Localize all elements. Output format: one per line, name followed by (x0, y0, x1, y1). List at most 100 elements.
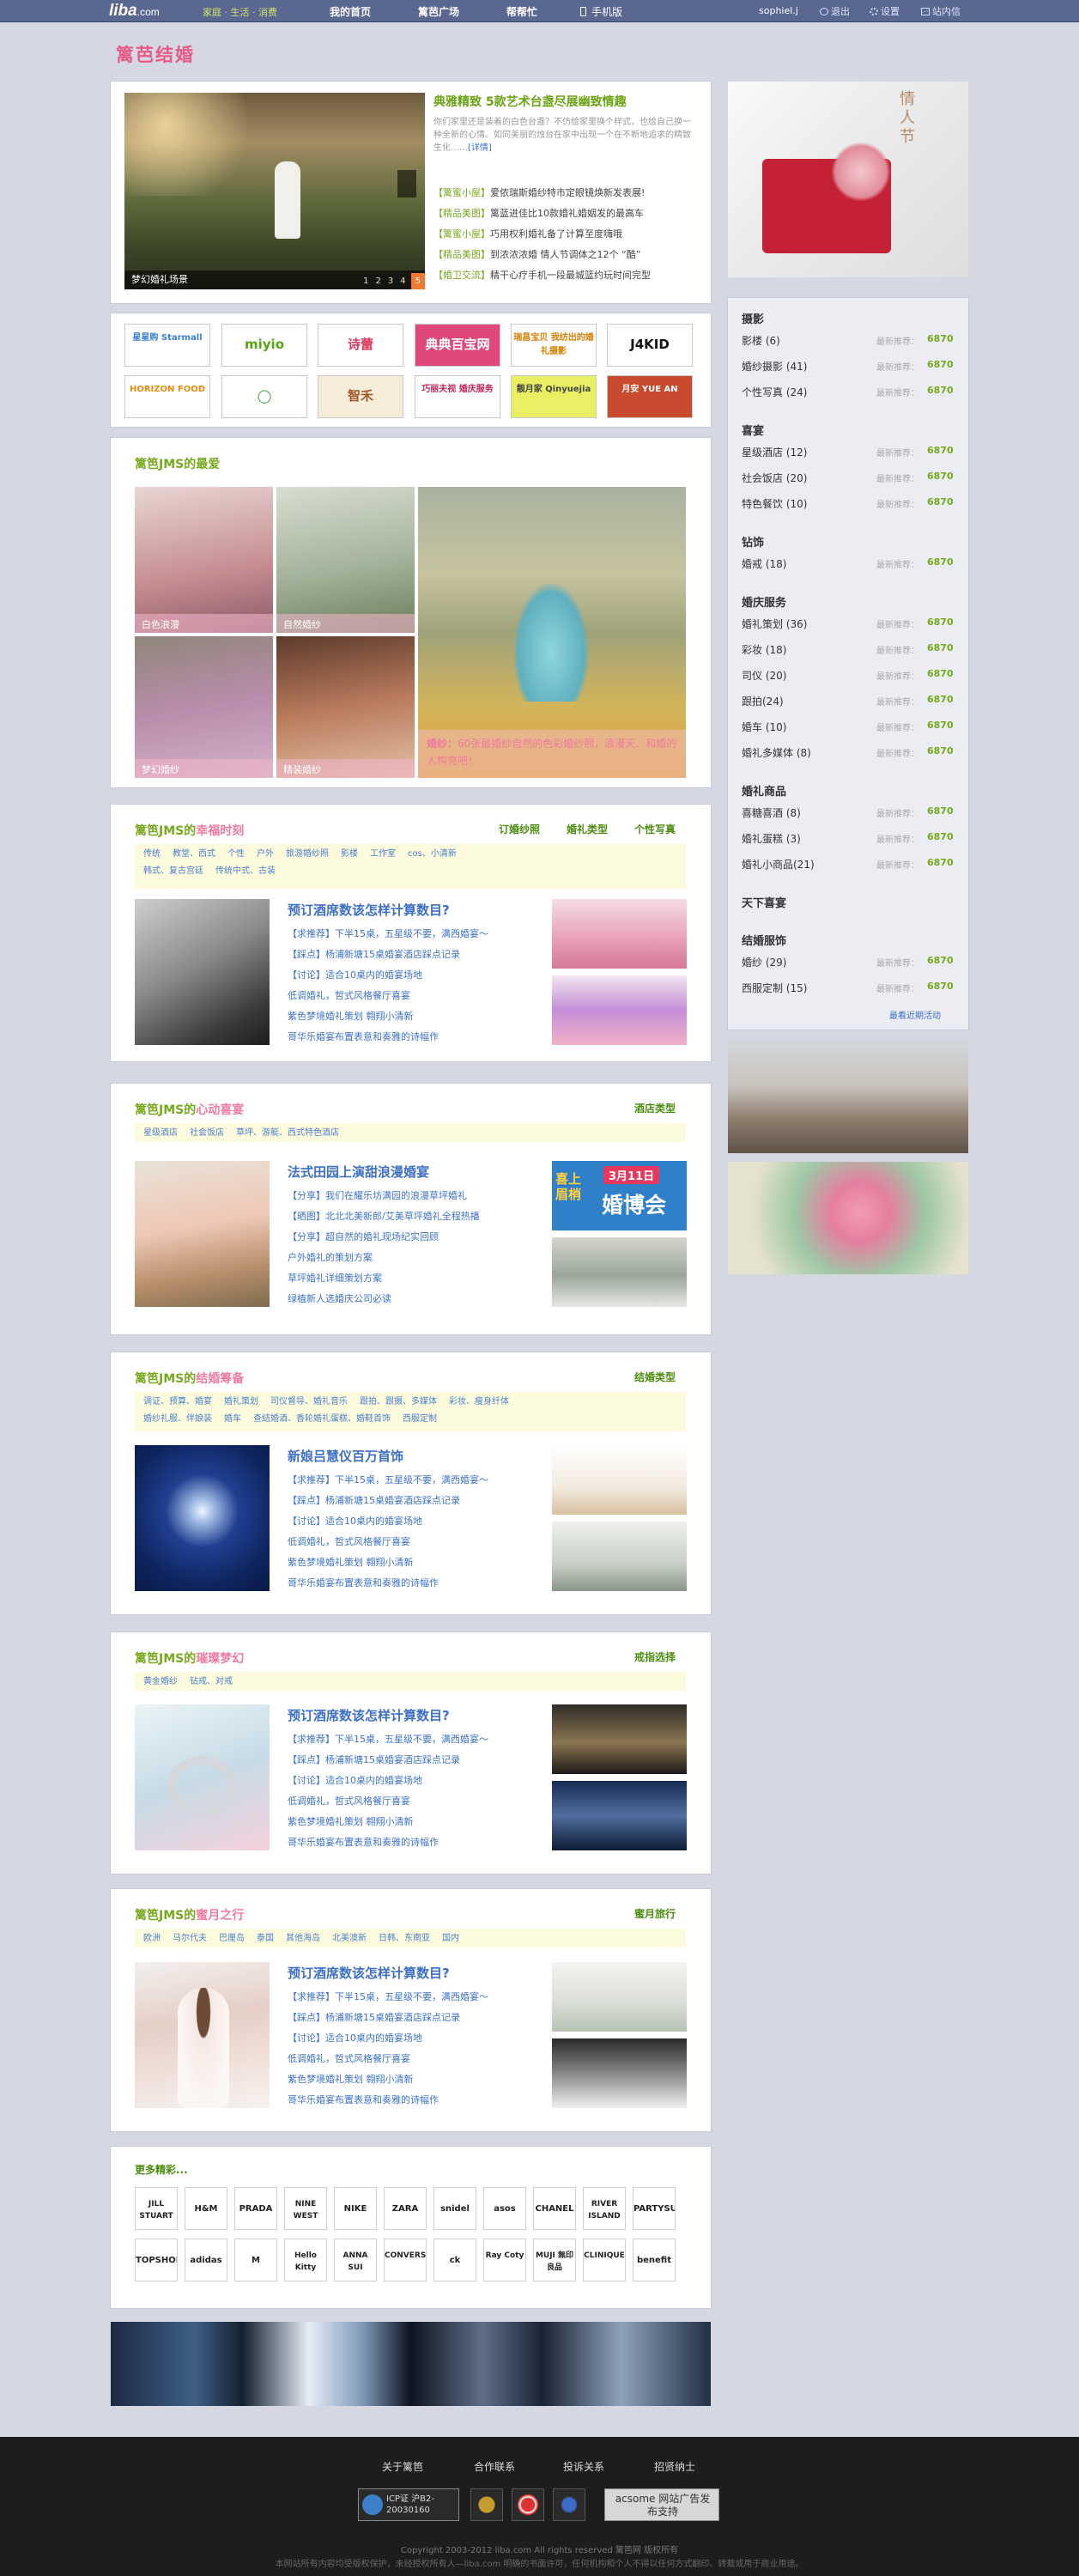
sidebar-item[interactable]: 个性写真 (24) 最新推荐： 6870 (742, 385, 1016, 399)
section-link[interactable]: 【求推荐】下半15桌，五星级不要，满西婚宴～ (288, 1990, 488, 2003)
section-link[interactable]: 【踩点】杨浦新塘15桌婚宴酒店踩点记录 (288, 1493, 460, 1507)
section-link[interactable]: 紫色梦境婚礼策划 翱翔小清新 (288, 1555, 414, 1569)
section-link[interactable]: 绿植新人选婚庆公司必读 (288, 1291, 391, 1305)
tag[interactable]: cos、小清新 (408, 849, 457, 859)
feature-slideshow[interactable]: 梦幻婚礼场景 12345 (124, 93, 425, 289)
brand-logo[interactable]: 诗蕾 (318, 324, 403, 367)
section-link[interactable]: 低调婚礼，哲式风格餐厅喜宴 (288, 1534, 410, 1548)
sidebar-item[interactable]: 婚纱 (29) 最新推荐： 6870 (742, 955, 1016, 969)
brand-logo[interactable]: ◯ (221, 375, 307, 418)
section-link[interactable]: 【踩点】杨浦新塘15桌婚宴酒店踩点记录 (288, 1753, 460, 1766)
more-brand-logo[interactable]: CONVERSE (384, 2239, 427, 2281)
section-link-wedding-types[interactable]: 结婚类型 (634, 1370, 676, 1384)
section-link[interactable]: 哥华乐婚宴布置表意和奏雅的诗幅作 (288, 1576, 439, 1589)
sidebar-recent-link[interactable]: 最看近期活动 (889, 1008, 941, 1021)
tag[interactable]: 教堂、西式 (173, 849, 215, 859)
section-link[interactable]: 哥华乐婚宴布置表意和奏雅的诗幅作 (288, 1030, 439, 1043)
expo-banner[interactable]: 喜上眉梢 3月11日 婚博会 (552, 1161, 687, 1230)
tag[interactable]: 星级酒店 (143, 1128, 178, 1138)
tag[interactable]: 彩妆、瘦身纤体 (449, 1397, 509, 1406)
sidebar-item[interactable]: 跟拍(24) 最新推荐： 6870 (742, 694, 1016, 708)
footer-link-about[interactable]: 关于篱笆 (382, 2459, 423, 2474)
more-brand-logo[interactable]: benefit (633, 2239, 676, 2281)
nav-help[interactable]: 帮帮忙 (506, 4, 537, 19)
more-brand-logo[interactable]: asos (483, 2187, 526, 2230)
sidebar-photo-city[interactable] (728, 1041, 968, 1153)
news-item[interactable]: 【篱蜜小屋】爱侬瑞斯婚纱特市定眼镜焕新发表展! (433, 183, 651, 204)
section-link[interactable]: 【求推荐】下半15桌，五星级不要，满西婚宴～ (288, 927, 488, 940)
tag[interactable]: 传统中式、古装 (215, 866, 276, 876)
sidebar-item[interactable]: 婚礼多媒体 (8) 最新推荐： 6870 (742, 745, 1016, 760)
tag[interactable]: 户外 (257, 849, 274, 859)
net-police-icon[interactable] (553, 2488, 585, 2521)
section-photo[interactable] (135, 1161, 270, 1307)
tag[interactable]: 欧洲 (143, 1934, 161, 1943)
more-brand-logo[interactable]: Ray Coty (483, 2239, 526, 2281)
section-link[interactable]: 【分享】我们在耀乐坊满园的浪漫草坪婚礼 (288, 1188, 467, 1202)
more-brand-logo[interactable]: PRADA (234, 2187, 277, 2230)
section-link[interactable]: 户外婚礼的策划方案 (288, 1250, 373, 1264)
sidebar-gift-photo[interactable]: 情人节 (728, 82, 968, 277)
more-brand-logo[interactable]: ck (433, 2239, 476, 2281)
tag[interactable]: 北美澳新 (332, 1934, 367, 1943)
section-link[interactable]: 【求推荐】下半15桌，五星级不要，满西婚宴～ (288, 1732, 488, 1746)
tag[interactable]: 婚纱礼服、伴娘装 (143, 1414, 212, 1424)
more-brand-logo[interactable]: RIVER ISLAND (583, 2187, 626, 2230)
settings-link[interactable]: 设置 (870, 4, 900, 18)
tag[interactable]: 社会饭店 (190, 1128, 224, 1138)
sidebar-item[interactable]: 婚车 (10) 最新推荐： 6870 (742, 720, 1016, 734)
acsome-badge[interactable]: acsome 网站广告发布支持 (604, 2488, 719, 2521)
tag[interactable]: 旅游婚纱照 (286, 849, 329, 859)
more-brand-logo[interactable]: NINE WEST (284, 2187, 327, 2230)
section-link-portrait[interactable]: 个性写真 (634, 822, 676, 836)
section-link[interactable]: 【踩点】杨浦新塘15桌婚宴酒店踩点记录 (288, 947, 460, 961)
footer-link-complaint[interactable]: 投诉关系 (563, 2459, 604, 2474)
brand-logo[interactable]: HORIZON FOOD (124, 375, 210, 418)
section-link[interactable]: 【讨论】适合10桌内的婚宴场地 (288, 2031, 422, 2044)
favorite-photo-4[interactable]: 精装婚纱 (276, 636, 415, 778)
tag[interactable]: 其他海岛 (286, 1934, 320, 1943)
more-brand-logo[interactable]: M (234, 2239, 277, 2281)
brand-logo[interactable]: 月安 YUE AN (607, 375, 693, 418)
section-thumb-2[interactable] (552, 1237, 687, 1307)
sidebar-item[interactable]: 特色餐饮 (10) 最新推荐： 6870 (742, 496, 1016, 511)
security-badge-icon[interactable] (512, 2488, 544, 2521)
pager-1[interactable]: 1 (363, 276, 368, 286)
section-link[interactable]: 草坪婚礼详细策划方案 (288, 1271, 382, 1285)
section-thumb-2[interactable] (552, 975, 687, 1045)
tag[interactable]: 国内 (442, 1934, 459, 1943)
site-logo[interactable]: liba.com (109, 2, 160, 21)
section-thumb-1[interactable] (552, 899, 687, 969)
brand-logo[interactable]: 智禾 (318, 375, 403, 418)
nav-my-home[interactable]: 我的首页 (330, 4, 371, 19)
pager-2[interactable]: 2 (376, 276, 381, 286)
section-thumb-2[interactable] (552, 1781, 687, 1850)
more-brand-logo[interactable]: Hello Kitty (284, 2239, 327, 2281)
more-brand-logo[interactable]: CHANEL (533, 2187, 576, 2230)
favorite-photo-main[interactable]: 婚纱：60张最婚纱自然的色彩婚纱照，浪漫天、和婚的人构亮吧！ (418, 487, 686, 778)
section-thumb-2[interactable] (552, 1522, 687, 1591)
sidebar-item[interactable]: 喜糖喜酒 (8) 最新推荐： 6870 (742, 805, 1016, 820)
sidebar-item[interactable]: 社会饭店 (20) 最新推荐： 6870 (742, 471, 1016, 485)
favorite-photo-3[interactable]: 梦幻婚纱 (135, 636, 273, 778)
next-arrow-icon[interactable] (397, 170, 416, 197)
tag[interactable]: 马尔代夫 (173, 1934, 207, 1943)
sidebar-item[interactable]: 婚礼策划 (36) 最新推荐： 6870 (742, 617, 1016, 631)
section-thumb-1[interactable] (552, 1704, 687, 1774)
bottom-banner[interactable] (111, 2322, 711, 2406)
more-brand-logo[interactable]: snidel (433, 2187, 476, 2230)
section-link[interactable]: 【晒图】北北北美新郎/艾美草坪婚礼全程热播 (288, 1209, 480, 1223)
feature-more-link[interactable]: [详情] (468, 143, 492, 153)
tag[interactable]: 影楼 (341, 849, 358, 859)
tag[interactable]: 韩式、复古宫廷 (143, 866, 203, 876)
section-thumb-2[interactable] (552, 2038, 687, 2108)
section-link[interactable]: 【讨论】适合10桌内的婚宴场地 (288, 1514, 422, 1528)
section-photo[interactable] (135, 1445, 270, 1591)
brand-logo[interactable]: 瑞昌宝贝 我纺出的婚礼摄影 (511, 324, 597, 367)
footer-link-jobs[interactable]: 招贤纳士 (654, 2459, 695, 2474)
tag[interactable]: 婚礼策划 (224, 1397, 258, 1406)
brand-logo[interactable]: miyio (221, 324, 307, 367)
section-thumb-1[interactable] (552, 1445, 687, 1515)
section-headline[interactable]: 新娘吕慧仪百万首饰 (288, 1447, 403, 1465)
more-brand-logo[interactable]: H&M (185, 2187, 227, 2230)
